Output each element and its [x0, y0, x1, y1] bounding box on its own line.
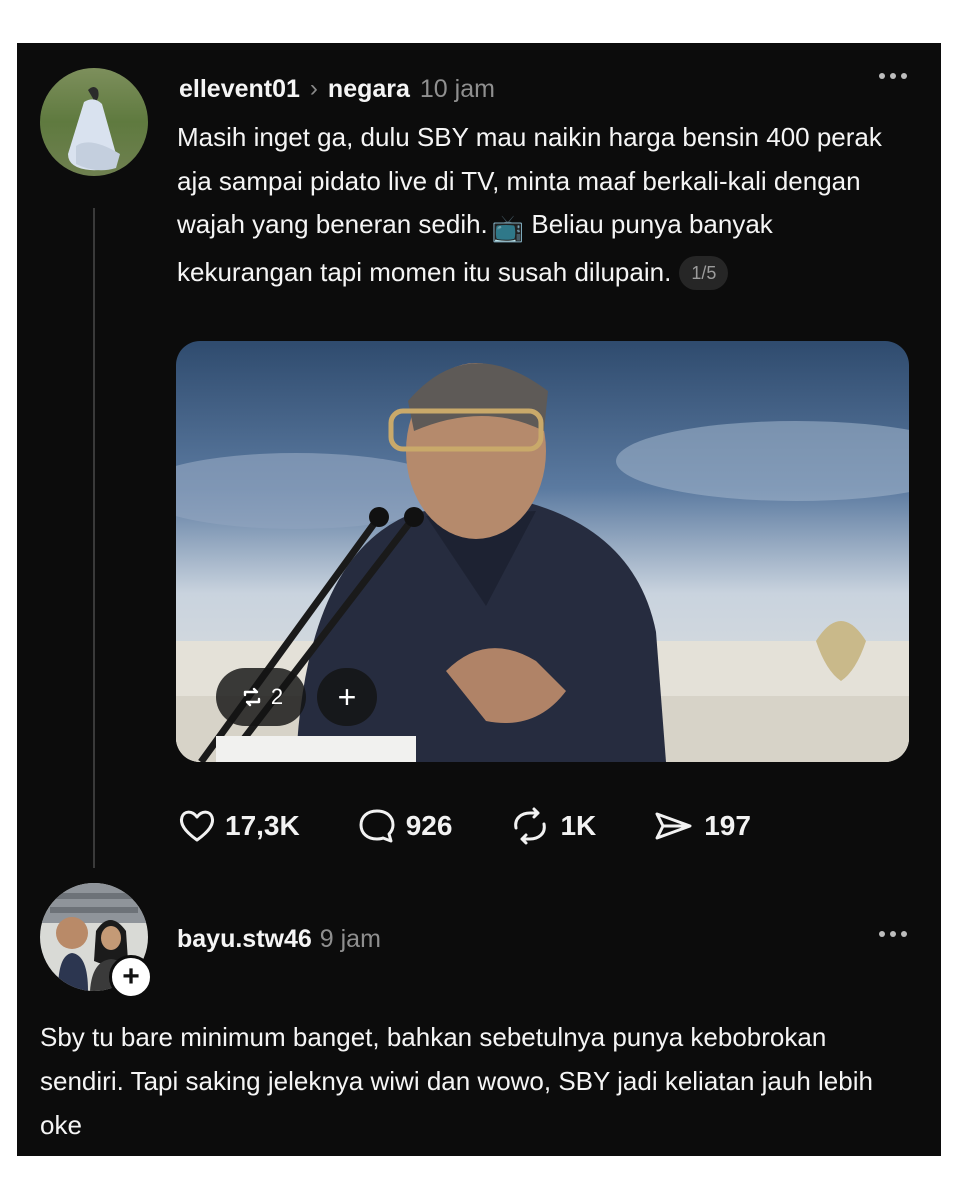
- repost-icon: [514, 807, 547, 845]
- repost-count: 1K: [560, 810, 597, 841]
- television-icon: 📺: [491, 213, 525, 243]
- more-dots-icon[interactable]: [879, 931, 907, 937]
- post-timestamp: 10 jam: [419, 74, 495, 103]
- threads-screen: ellevent01 › negara 10 jam Masih inget g…: [17, 43, 941, 1156]
- post-media-image[interactable]: 2 +: [176, 341, 909, 762]
- send-icon: [655, 812, 692, 840]
- comment-count: 926: [405, 810, 453, 841]
- share-count: 197: [704, 810, 751, 841]
- post-action-bar: 17,3K 926 1K 197: [177, 801, 807, 851]
- thread-connector-line: [93, 208, 95, 868]
- reply-header: bayu.stw46 9 jam: [177, 921, 381, 957]
- like-button[interactable]: 17,3K: [177, 806, 300, 846]
- post-header: ellevent01 › negara 10 jam: [179, 71, 495, 107]
- post-community[interactable]: negara: [328, 75, 410, 104]
- heart-icon: [179, 810, 215, 842]
- share-button[interactable]: 197: [652, 806, 751, 846]
- media-repost-count: 2: [270, 684, 284, 709]
- post-username[interactable]: ellevent01: [179, 75, 300, 104]
- comment-button[interactable]: 926: [356, 806, 453, 846]
- post-author-avatar[interactable]: [40, 68, 148, 176]
- media-repost-button[interactable]: 2: [216, 668, 306, 726]
- more-dots-icon[interactable]: [879, 73, 907, 79]
- chevron-right-icon: ›: [309, 75, 318, 102]
- media-add-button[interactable]: +: [317, 668, 377, 726]
- like-count: 17,3K: [225, 810, 300, 841]
- reply-timestamp: 9 jam: [319, 924, 381, 953]
- reply-body: Sby tu bare minimum banget, bahkan sebet…: [40, 1022, 873, 1140]
- page-indicator-badge: 1/5: [679, 255, 729, 290]
- plus-icon: +: [122, 960, 140, 993]
- repost-icon: [243, 687, 261, 707]
- post-body: Masih inget ga, dulu SBY mau naikin harg…: [177, 116, 907, 294]
- follow-plus-button[interactable]: +: [109, 955, 153, 999]
- comment-bubble-icon: [359, 809, 395, 843]
- plus-icon: +: [337, 678, 357, 715]
- reply-username[interactable]: bayu.stw46: [177, 925, 312, 954]
- repost-button[interactable]: 1K: [508, 806, 596, 846]
- avatar-photo-bride: [40, 68, 148, 176]
